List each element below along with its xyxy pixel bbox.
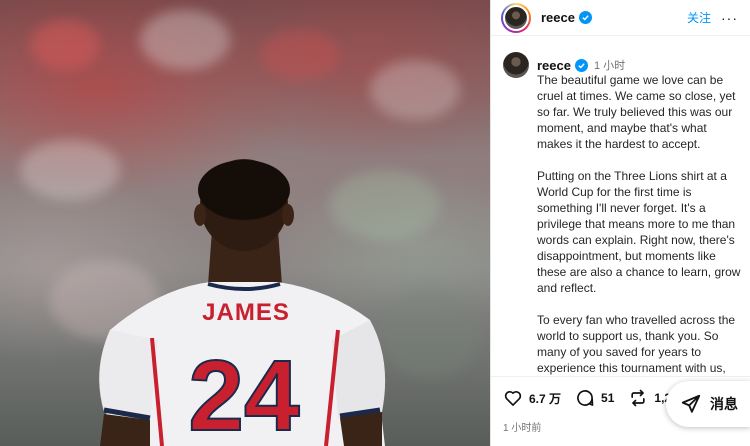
like-button[interactable]: 6.7 万 — [503, 388, 561, 408]
caption-area[interactable]: reece 1 小时 The beautiful game we love ca… — [491, 46, 750, 376]
paper-plane-icon — [681, 394, 701, 413]
comment-count: 51 — [601, 391, 615, 405]
caption-username[interactable]: reece — [537, 58, 571, 73]
follow-button[interactable]: 关注 — [687, 9, 711, 26]
author-avatar[interactable] — [501, 2, 531, 33]
messages-button[interactable]: 消息 — [666, 381, 750, 427]
author-username[interactable]: reece — [541, 10, 575, 25]
comment-icon — [577, 390, 594, 406]
shirt-number: 24 — [188, 340, 300, 446]
caption-avatar[interactable] — [503, 52, 529, 78]
comment-button[interactable]: 51 — [575, 388, 614, 408]
heart-icon — [504, 390, 522, 406]
repost-icon — [631, 389, 646, 407]
like-count: 6.7 万 — [529, 391, 562, 406]
more-options-icon[interactable]: ··· — [721, 10, 738, 26]
caption-paragraph: The beautiful game we love can be cruel … — [537, 73, 736, 151]
verified-badge-icon — [578, 11, 592, 24]
post-photo[interactable]: JAMES 24 — [0, 0, 490, 446]
post-header: reece 关注 ··· — [491, 0, 750, 36]
shirt-name: JAMES — [202, 299, 290, 326]
verified-badge-icon — [574, 58, 588, 72]
caption-text: The beautiful game we love can be cruel … — [537, 72, 745, 376]
caption-paragraph: To every fan who travelled across the wo… — [537, 313, 736, 375]
post-panel: reece 关注 ··· reece 1 小时 The beautiful ga… — [490, 0, 750, 446]
caption-time: 1 小时 — [593, 60, 626, 72]
messages-label: 消息 — [710, 396, 738, 412]
player-figure: JAMES 24 — [99, 159, 386, 446]
caption-paragraph: Putting on the Three Lions shirt at a Wo… — [537, 169, 741, 295]
